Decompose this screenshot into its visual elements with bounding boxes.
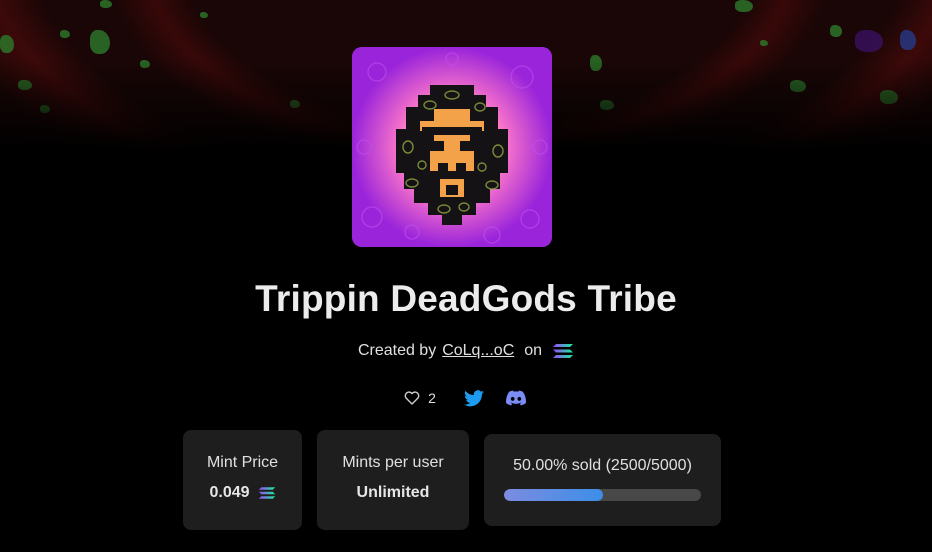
creator-link[interactable]: CoLq...oC	[442, 342, 514, 360]
sold-progress-fill	[504, 489, 603, 501]
on-label: on	[524, 342, 543, 359]
sold-progress-card: 50.00% sold (2500/5000)	[484, 434, 721, 526]
twitter-link[interactable]	[462, 386, 486, 410]
mints-per-user-card: Mints per user Unlimited	[317, 430, 469, 530]
sold-progress-bar	[504, 489, 701, 501]
sold-label: 50.00% sold (2500/5000)	[513, 457, 692, 474]
solana-icon	[258, 486, 276, 500]
mint-price-label: Mint Price	[206, 454, 279, 471]
deadgod-portrait	[352, 47, 552, 247]
likes-count: 2	[428, 390, 436, 406]
created-by-label: Created by	[357, 342, 437, 359]
discord-icon	[505, 390, 526, 406]
creator-line: Created by CoLq...oC on	[0, 342, 932, 360]
mints-per-user-value: Unlimited	[356, 484, 430, 501]
collection-artwork	[352, 47, 552, 247]
mint-price-value-row: 0.049	[183, 484, 302, 502]
discord-link[interactable]	[504, 386, 528, 410]
like-button[interactable]: 2	[404, 390, 436, 406]
mint-price-value: 0.049	[209, 484, 250, 501]
mints-per-user-label: Mints per user	[342, 454, 444, 471]
collection-title: Trippin DeadGods Tribe	[255, 278, 677, 319]
solana-icon	[552, 343, 574, 359]
mint-price-card: Mint Price 0.049	[183, 430, 302, 530]
twitter-icon	[463, 389, 484, 407]
social-row: 2	[0, 386, 932, 410]
heart-icon	[404, 391, 420, 405]
